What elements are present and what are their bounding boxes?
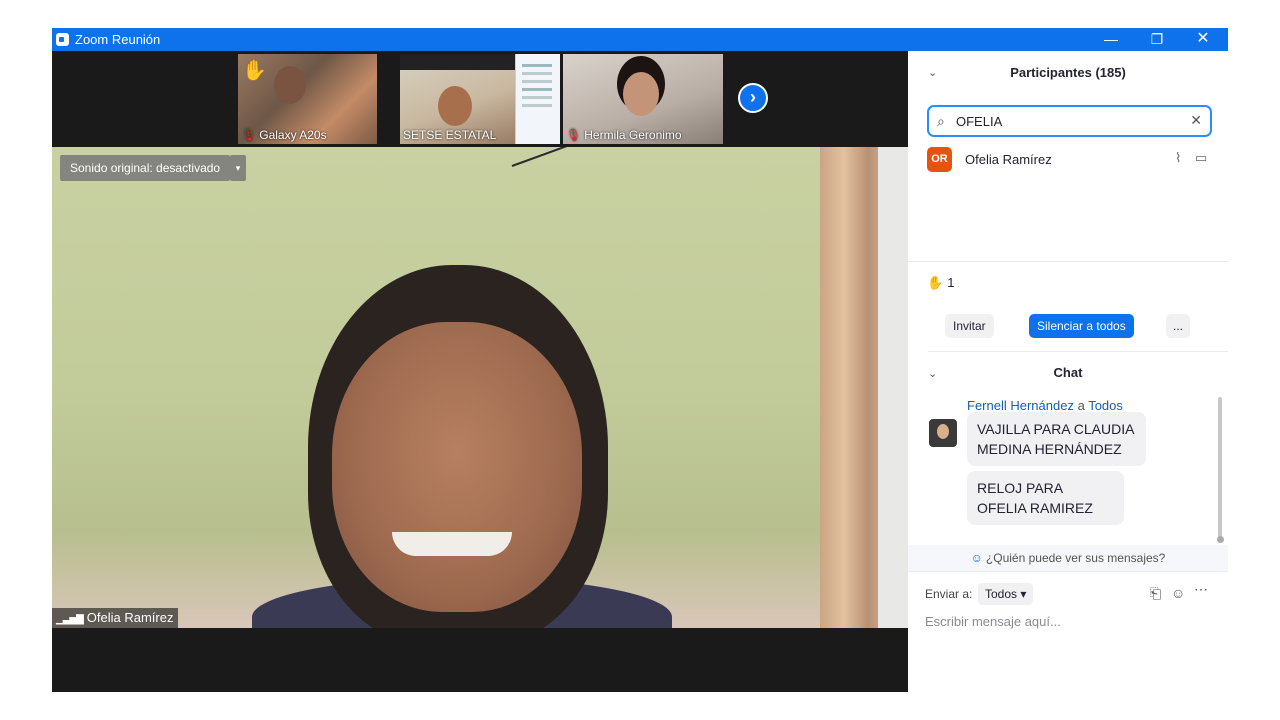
video-thumbnail[interactable]: 🎙 Hermila Geronimo (563, 54, 723, 144)
invite-button[interactable]: Invitar (945, 314, 994, 338)
original-sound-dropdown[interactable]: ▾ (230, 155, 246, 181)
more-options-button[interactable]: ... (1166, 314, 1190, 338)
person-icon: ☺ (970, 551, 983, 565)
chat-scrollbar[interactable] (1218, 397, 1222, 541)
search-icon: ⌕ (937, 113, 945, 129)
next-page-button[interactable]: › (738, 83, 768, 113)
shared-screen-preview (515, 54, 560, 144)
active-speaker-label: ▁▃▅▇ Ofelia Ramírez (52, 608, 179, 628)
video-thumbnail[interactable]: ✋ 🎙 Galaxy A20s (238, 54, 377, 144)
shared-screen-strip (400, 54, 515, 70)
signal-strength-icon: ▁▃▅▇ (56, 614, 84, 625)
raised-hand-icon: ✋ (242, 60, 267, 82)
participant-name: Ofelia Ramírez (965, 152, 1052, 167)
thumbnail-name-text: Hermila Geronimo (584, 128, 682, 142)
video-camera-icon[interactable]: ▭ (1195, 150, 1207, 166)
video-area: ✋ 🎙 Galaxy A20s SETSE ESTATAL 🎙 Hermila Ge… (52, 51, 908, 692)
speaker-smile (392, 532, 512, 556)
send-to-label: Enviar a: (925, 587, 973, 601)
who-can-see-text: ¿Quién puede ver sus mensajes? (985, 551, 1166, 565)
close-button[interactable]: ✕ (1180, 28, 1226, 51)
speaker-face (332, 322, 582, 612)
participant-video-face (623, 72, 659, 116)
raised-hands-number: 1 (947, 275, 955, 290)
thumbnail-name: 🎙 Hermila Geronimo (566, 128, 682, 142)
send-to-dropdown[interactable]: Todos ▾ (978, 583, 1034, 605)
chat-to-word: a (1077, 398, 1085, 413)
thumbnail-name: SETSE ESTATAL (403, 128, 497, 142)
muted-mic-icon: 🎙 (566, 128, 582, 142)
video-background-curtain (820, 147, 880, 628)
chat-message: RELOJ PARA OFELIA RAMIREZ (967, 471, 1124, 525)
active-speaker-video[interactable]: Sonido original: desactivado ▾ ▁▃▅▇ Ofeli… (52, 147, 908, 628)
chat-sender-name[interactable]: Fernell Hernández (967, 398, 1074, 413)
thumbnail-name: 🎙 Galaxy A20s (241, 128, 327, 142)
original-sound-button[interactable]: Sonido original: desactivado (60, 155, 231, 181)
participant-row[interactable]: OR Ofelia Ramírez ⌇ ▭ (927, 147, 1217, 173)
send-to-value: Todos (985, 587, 1018, 601)
dropdown-arrow-icon: ▾ (235, 163, 241, 173)
minimize-button[interactable]: — (1088, 28, 1134, 51)
muted-mic-icon: 🎙 (241, 128, 257, 142)
emoji-icon[interactable]: ☺ (1171, 585, 1185, 601)
active-speaker-name: Ofelia Ramírez (86, 610, 174, 625)
participant-search-input[interactable]: ⌕ OFELIA ✕ (927, 105, 1212, 137)
who-can-see-messages[interactable]: ☺ ¿Quién puede ver sus mensajes? (908, 545, 1228, 571)
zoom-logo-icon (56, 33, 69, 46)
raised-hands-count: ✋ 1 (927, 275, 954, 291)
chat-message-input[interactable]: Escribir mensaje aquí... (925, 614, 1061, 629)
file-icon[interactable]: ⎗ (1150, 585, 1161, 602)
more-icon[interactable]: ⋯ (1194, 581, 1208, 598)
side-panel: ⌄ Participantes (185) ⌕ OFELIA ✕ OR Ofel… (908, 51, 1228, 692)
chat-recipient[interactable]: Todos (1088, 398, 1123, 413)
chat-sender-line: Fernell Hernández a Todos (967, 398, 1123, 413)
avatar: OR (927, 147, 952, 172)
chevron-right-icon: › (750, 87, 756, 107)
participant-video-face (274, 66, 306, 104)
title-bar: Zoom Reunión — ❐ ✕ (52, 28, 1228, 51)
video-thumbnail[interactable]: SETSE ESTATAL (400, 54, 560, 144)
participant-video-face (438, 86, 472, 126)
thumbnail-name-text: Galaxy A20s (259, 128, 327, 142)
participants-title: Participantes (185) (1010, 65, 1126, 80)
raised-hand-icon: ✋ (927, 275, 944, 290)
mute-all-button[interactable]: Silenciar a todos (1029, 314, 1134, 338)
chevron-down-icon: ▾ (1020, 587, 1027, 601)
divider (908, 261, 1228, 262)
window-title: Zoom Reunión (75, 32, 161, 47)
avatar (929, 419, 957, 447)
microphone-icon[interactable]: ⌇ (1175, 150, 1181, 166)
maximize-button[interactable]: ❐ (1134, 28, 1180, 51)
clear-search-icon[interactable]: ✕ (1190, 112, 1202, 129)
video-background-wire (511, 147, 814, 167)
search-value: OFELIA (956, 114, 1003, 129)
chat-message: VAJILLA PARA CLAUDIA MEDINA HERNÁNDEZ (967, 412, 1146, 466)
divider (928, 351, 1228, 352)
video-background-wall (878, 147, 908, 628)
zoom-window: Zoom Reunión — ❐ ✕ ✋ 🎙 Galaxy A20s SETSE … (52, 28, 1228, 692)
chat-title: Chat (1053, 365, 1083, 380)
divider (908, 571, 1228, 572)
chat-scrollbar-end (1217, 536, 1224, 543)
